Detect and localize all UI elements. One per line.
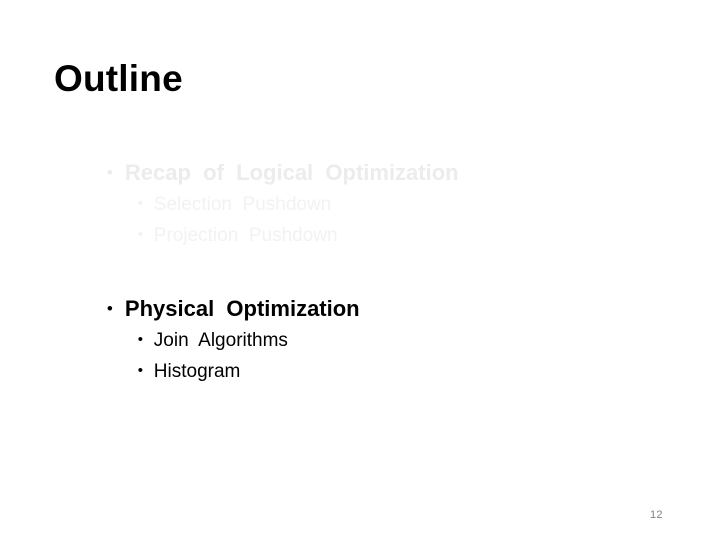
outline-heading-physical[interactable]: • Physical Optimization [0,276,720,320]
bullet-icon: • [137,226,144,243]
page-title: Outline [54,58,183,99]
outline-subitems-physical: • Join Algorithms • Histogram [0,312,720,381]
bullet-icon: • [137,331,144,348]
slide: Outline • Recap of Logical Optimization •… [0,0,720,540]
bullet-icon: • [106,299,113,318]
outline-heading-label: Physical Optimization [124,296,360,321]
list-item-label: Histogram [153,361,241,382]
outline-heading-label: Recap of Logical Optimization [124,160,459,185]
list-item-label: Join Algorithms [153,330,288,351]
bullet-icon: • [106,163,113,182]
list-item-label: Projection Pushdown [153,225,338,246]
outline-group-physical: • Physical Optimization • Join Algorithms … [0,276,720,382]
bullet-icon: • [137,195,144,212]
page-number: 12 [650,509,663,521]
outline-subitems-recap: • Selection Pushdown • Projection Pushdown [0,176,720,245]
list-item-label: Selection Pushdown [153,194,332,215]
outline-heading-recap[interactable]: • Recap of Logical Optimization [0,140,720,184]
bullet-icon: • [137,362,144,379]
outline-group-recap: • Recap of Logical Optimization • Selectio… [0,140,720,246]
